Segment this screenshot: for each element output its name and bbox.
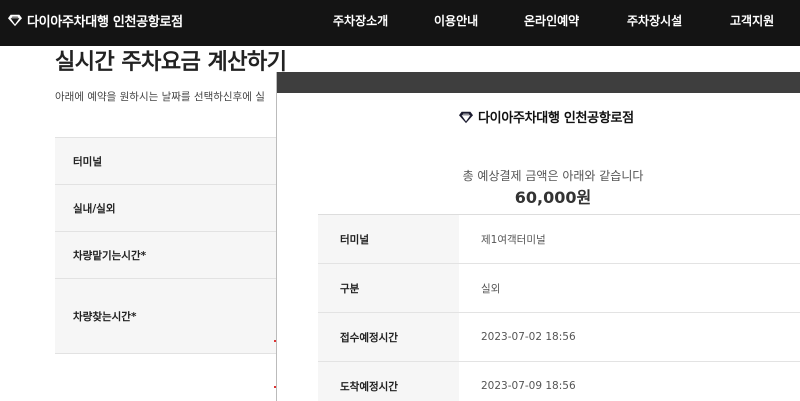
row-label-arrival-time: 도착예정시간: [318, 362, 459, 401]
nav-item-online-reservation[interactable]: 온라인예약: [524, 12, 579, 29]
form-row-dropoff-time: 차량맡기는시간*: [55, 231, 280, 278]
form-label: 차량맡기는시간*: [73, 249, 147, 262]
row-label-dropoff-time: 접수예정시간: [318, 313, 459, 361]
top-navigation-bar: 다이아주차대행 인천공항로점 주차장소개 이용안내 온라인예약 주차장시설 고객…: [0, 0, 800, 46]
fee-calculator-form: 터미널 실내/실외 차량맡기는시간* 차량찾는시간*: [55, 137, 280, 354]
site-logo[interactable]: 다이아주차대행 인천공항로점: [8, 0, 183, 40]
row-value-arrival-time: 2023-07-09 18:56: [481, 380, 576, 392]
row-value-dropoff-time: 2023-07-02 18:56: [481, 331, 576, 343]
diamond-icon: [459, 111, 473, 123]
modal-header-bar: [277, 72, 800, 93]
row-label-terminal: 터미널: [318, 215, 459, 263]
reservation-summary-table: 터미널 제1여객터미널 구분 실외 접수예정시간 2023-07-02 18:5…: [318, 214, 800, 401]
table-row: 도착예정시간 2023-07-09 18:56: [318, 362, 800, 401]
form-row-terminal: 터미널: [55, 137, 280, 184]
form-label: 차량찾는시간*: [73, 310, 137, 323]
row-value-terminal: 제1여객터미널: [481, 233, 546, 246]
page-description: 아래에 예약을 원하시는 날짜를 선택하신후에 실: [55, 91, 265, 103]
table-row: 접수예정시간 2023-07-02 18:56: [318, 313, 800, 362]
modal-logo-text: 다이아주차대행 인천공항로점: [478, 111, 634, 126]
form-label: 실내/실외: [73, 202, 116, 215]
form-row-pickup-time: 차량찾는시간*: [55, 278, 280, 354]
nav-item-customer-support[interactable]: 고객지원: [730, 12, 774, 29]
total-description: 총 예상결제 금액은 아래와 같습니다: [462, 169, 644, 183]
table-row: 구분 실외: [318, 264, 800, 313]
page-title: 실시간 주차요금 계산하기: [55, 50, 287, 75]
form-label: 터미널: [73, 155, 102, 168]
row-label-type: 구분: [318, 264, 459, 312]
nav-item-parking-intro[interactable]: 주차장소개: [333, 12, 388, 29]
logo-text: 다이아주차대행 인천공항로점: [27, 14, 183, 30]
nav-item-usage-guide[interactable]: 이용안내: [434, 12, 478, 29]
table-row: 터미널 제1여객터미널: [318, 215, 800, 264]
fee-result-modal: 다이아주차대행 인천공항로점 총 예상결제 금액은 아래와 같습니다 60,00…: [276, 72, 800, 401]
diamond-icon: [8, 14, 22, 27]
row-value-type: 실외: [481, 282, 501, 295]
total-amount: 60,000원: [514, 188, 592, 207]
modal-logo: 다이아주차대행 인천공항로점: [459, 107, 634, 126]
nav-item-parking-facilities[interactable]: 주차장시설: [627, 12, 682, 29]
form-row-indoor-outdoor: 실내/실외: [55, 184, 280, 231]
